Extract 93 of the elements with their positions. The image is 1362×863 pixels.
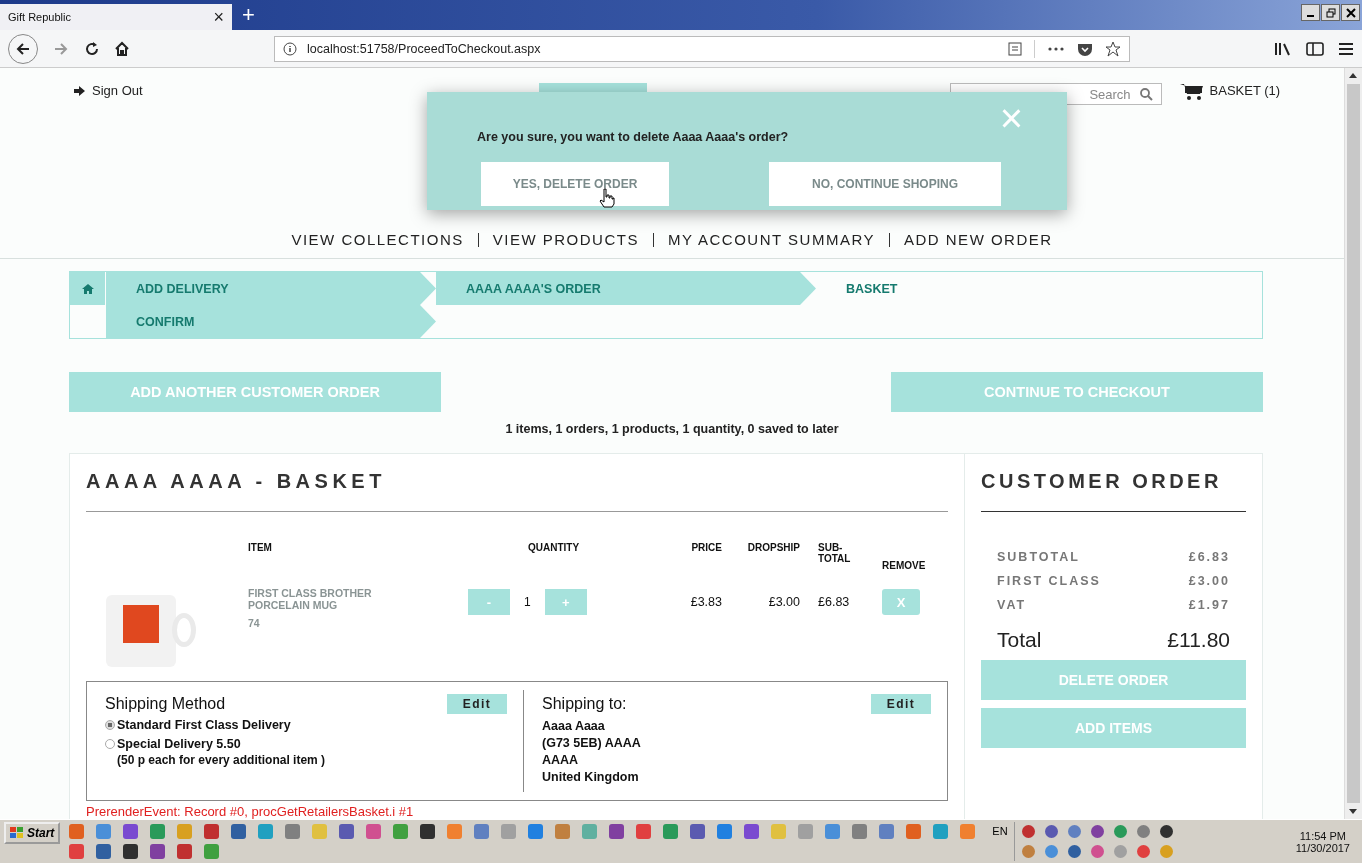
taskbar-app-icon[interactable] <box>93 842 114 861</box>
tab-title: Gift Republic <box>8 11 71 23</box>
sign-out-icon <box>74 85 86 96</box>
price-cell-text: £3.83 <box>689 595 723 609</box>
order-line-value: £6.83 <box>1188 550 1230 564</box>
language-indicator[interactable]: EN <box>992 825 1008 837</box>
menu-icon[interactable] <box>1338 41 1354 56</box>
taskbar-app-icon[interactable] <box>147 842 168 861</box>
nav-link[interactable]: VIEW COLLECTIONS <box>291 231 464 248</box>
dropship-cell-text: £3.00 <box>767 595 801 609</box>
total-label: Total <box>997 628 1042 652</box>
start-button[interactable]: Start <box>4 822 61 844</box>
shipping-option-note: (50 p each for every additional item ) <box>116 753 327 767</box>
address-line: United Kingdom <box>542 769 640 786</box>
nav-link[interactable]: MY ACCOUNT SUMMARY <box>667 231 875 248</box>
shipping-to-title: Shipping to: <box>542 695 627 713</box>
taskbar-app-icon[interactable] <box>741 822 762 841</box>
new-tab-button[interactable]: + <box>232 0 265 30</box>
taskbar-app-icon[interactable] <box>174 842 195 861</box>
taskbar-app-icon[interactable] <box>336 822 357 841</box>
basket-summary: 1 items, 1 orders, 1 products, 1 quantity, 0 saved to later <box>504 422 840 436</box>
taskbar-app-icon[interactable] <box>120 822 141 841</box>
order-line-value: £3.00 <box>1188 574 1230 588</box>
column-header: QUANTITY <box>528 542 581 553</box>
taskbar-app-icon[interactable] <box>687 822 708 841</box>
cart-icon <box>1179 83 1204 101</box>
taskbar-app-icon[interactable] <box>417 822 438 841</box>
sidebar-icon[interactable] <box>1306 41 1324 56</box>
taskbar-app-icon[interactable] <box>606 822 627 841</box>
edit-button[interactable]: Edit <box>871 694 931 714</box>
taskbar-app-icon[interactable] <box>201 822 222 841</box>
breadcrumb-home[interactable] <box>70 272 105 305</box>
home-icon[interactable] <box>114 40 130 57</box>
address-line: AAAA <box>542 752 580 769</box>
shipping-option-label: Special Delivery 5.50 <box>117 737 241 751</box>
debug-message: PrerenderEvent: Record #0, procGetRetailersBasket.i #1 <box>86 804 415 819</box>
close-tab-button[interactable]: × <box>213 6 224 28</box>
basket-link[interactable]: BASKET (1) <box>1179 83 1281 101</box>
breadcrumb-step[interactable]: CONFIRM <box>106 305 436 338</box>
breadcrumb-step[interactable]: AAAA AAAA'S ORDER <box>436 272 816 305</box>
hand-cursor-icon <box>599 188 615 208</box>
quantity-value: 1 <box>524 595 531 609</box>
edit-button[interactable]: Edit <box>447 694 507 714</box>
breadcrumb-step[interactable]: BASKET <box>816 272 1262 305</box>
address-line: (G73 5EB) AAAA <box>542 735 642 752</box>
nav-link[interactable]: ADD NEW ORDER <box>903 231 1053 248</box>
info-icon[interactable] <box>283 41 297 56</box>
column-header: REMOVE <box>882 560 927 571</box>
basket-title: AAAA AAAA - BASKET <box>86 470 948 512</box>
windows-logo-icon <box>10 827 24 839</box>
clock-time: 11:54 PM <box>1299 829 1346 842</box>
taskbar-app-icon[interactable] <box>228 822 249 841</box>
library-icon[interactable] <box>1274 41 1292 56</box>
product-code: 74 <box>248 617 261 629</box>
order-line-value: £1.97 <box>1188 598 1230 612</box>
dialog-button[interactable]: NO, CONTINUE SHOPING <box>769 162 1001 206</box>
reload-icon[interactable] <box>84 40 100 57</box>
browser-tab[interactable]: Gift Republic × <box>0 4 232 30</box>
reader-view-icon[interactable] <box>1008 41 1022 56</box>
restore-icon[interactable] <box>1321 4 1340 21</box>
customer-order-title: CUSTOMER ORDER <box>981 470 1246 512</box>
search-icon[interactable] <box>1139 88 1153 101</box>
home-icon <box>82 283 94 294</box>
shipping-method-title: Shipping Method <box>105 695 226 713</box>
sign-out-link[interactable]: Sign Out <box>74 83 143 98</box>
scrollbar[interactable] <box>1344 68 1362 819</box>
product-name[interactable]: FIRST CLASS BROTHER PORCELAIN MUG <box>248 587 398 611</box>
order-line-label: SUBTOTAL <box>997 550 1080 564</box>
star-icon[interactable] <box>1105 40 1121 57</box>
column-header: SUB-TOTAL <box>817 542 852 564</box>
radio-button[interactable] <box>105 720 115 730</box>
address-bar[interactable]: localhost:51758/ProceedToCheckout.aspx <box>274 35 1130 62</box>
more-icon[interactable] <box>1047 45 1065 52</box>
dialog-button[interactable]: YES, DELETE ORDER <box>481 162 669 206</box>
column-header: ITEM <box>248 542 273 553</box>
breadcrumb-step[interactable]: ADD DELIVERY <box>106 272 436 305</box>
minimize-icon[interactable] <box>1301 4 1320 21</box>
order-line-label: VAT <box>997 598 1027 612</box>
subtotal-cell-text: £6.83 <box>817 595 851 609</box>
total-value: £11.80 <box>1167 628 1230 652</box>
column-header: DROPSHIP <box>746 542 801 553</box>
nav-link[interactable]: VIEW PRODUCTS <box>492 231 639 248</box>
order-line-label: FIRST CLASS <box>997 574 1101 588</box>
close-icon[interactable] <box>1341 4 1360 21</box>
address-line: Aaaa Aaaa <box>542 718 606 735</box>
pocket-icon[interactable] <box>1077 41 1093 56</box>
shipping-option-label: Standard First Class Delivery <box>117 718 291 732</box>
dialog-message: Are you sure, you want to delete Aaaa Aaaa's order? <box>477 130 790 144</box>
clock-date: 11/30/2017 <box>1295 841 1350 854</box>
url-text: localhost:51758/ProceedToCheckout.aspx <box>307 41 541 56</box>
taskbar-app-icon[interactable] <box>120 842 141 861</box>
column-header: PRICE <box>690 542 723 553</box>
radio-button[interactable] <box>105 739 115 749</box>
